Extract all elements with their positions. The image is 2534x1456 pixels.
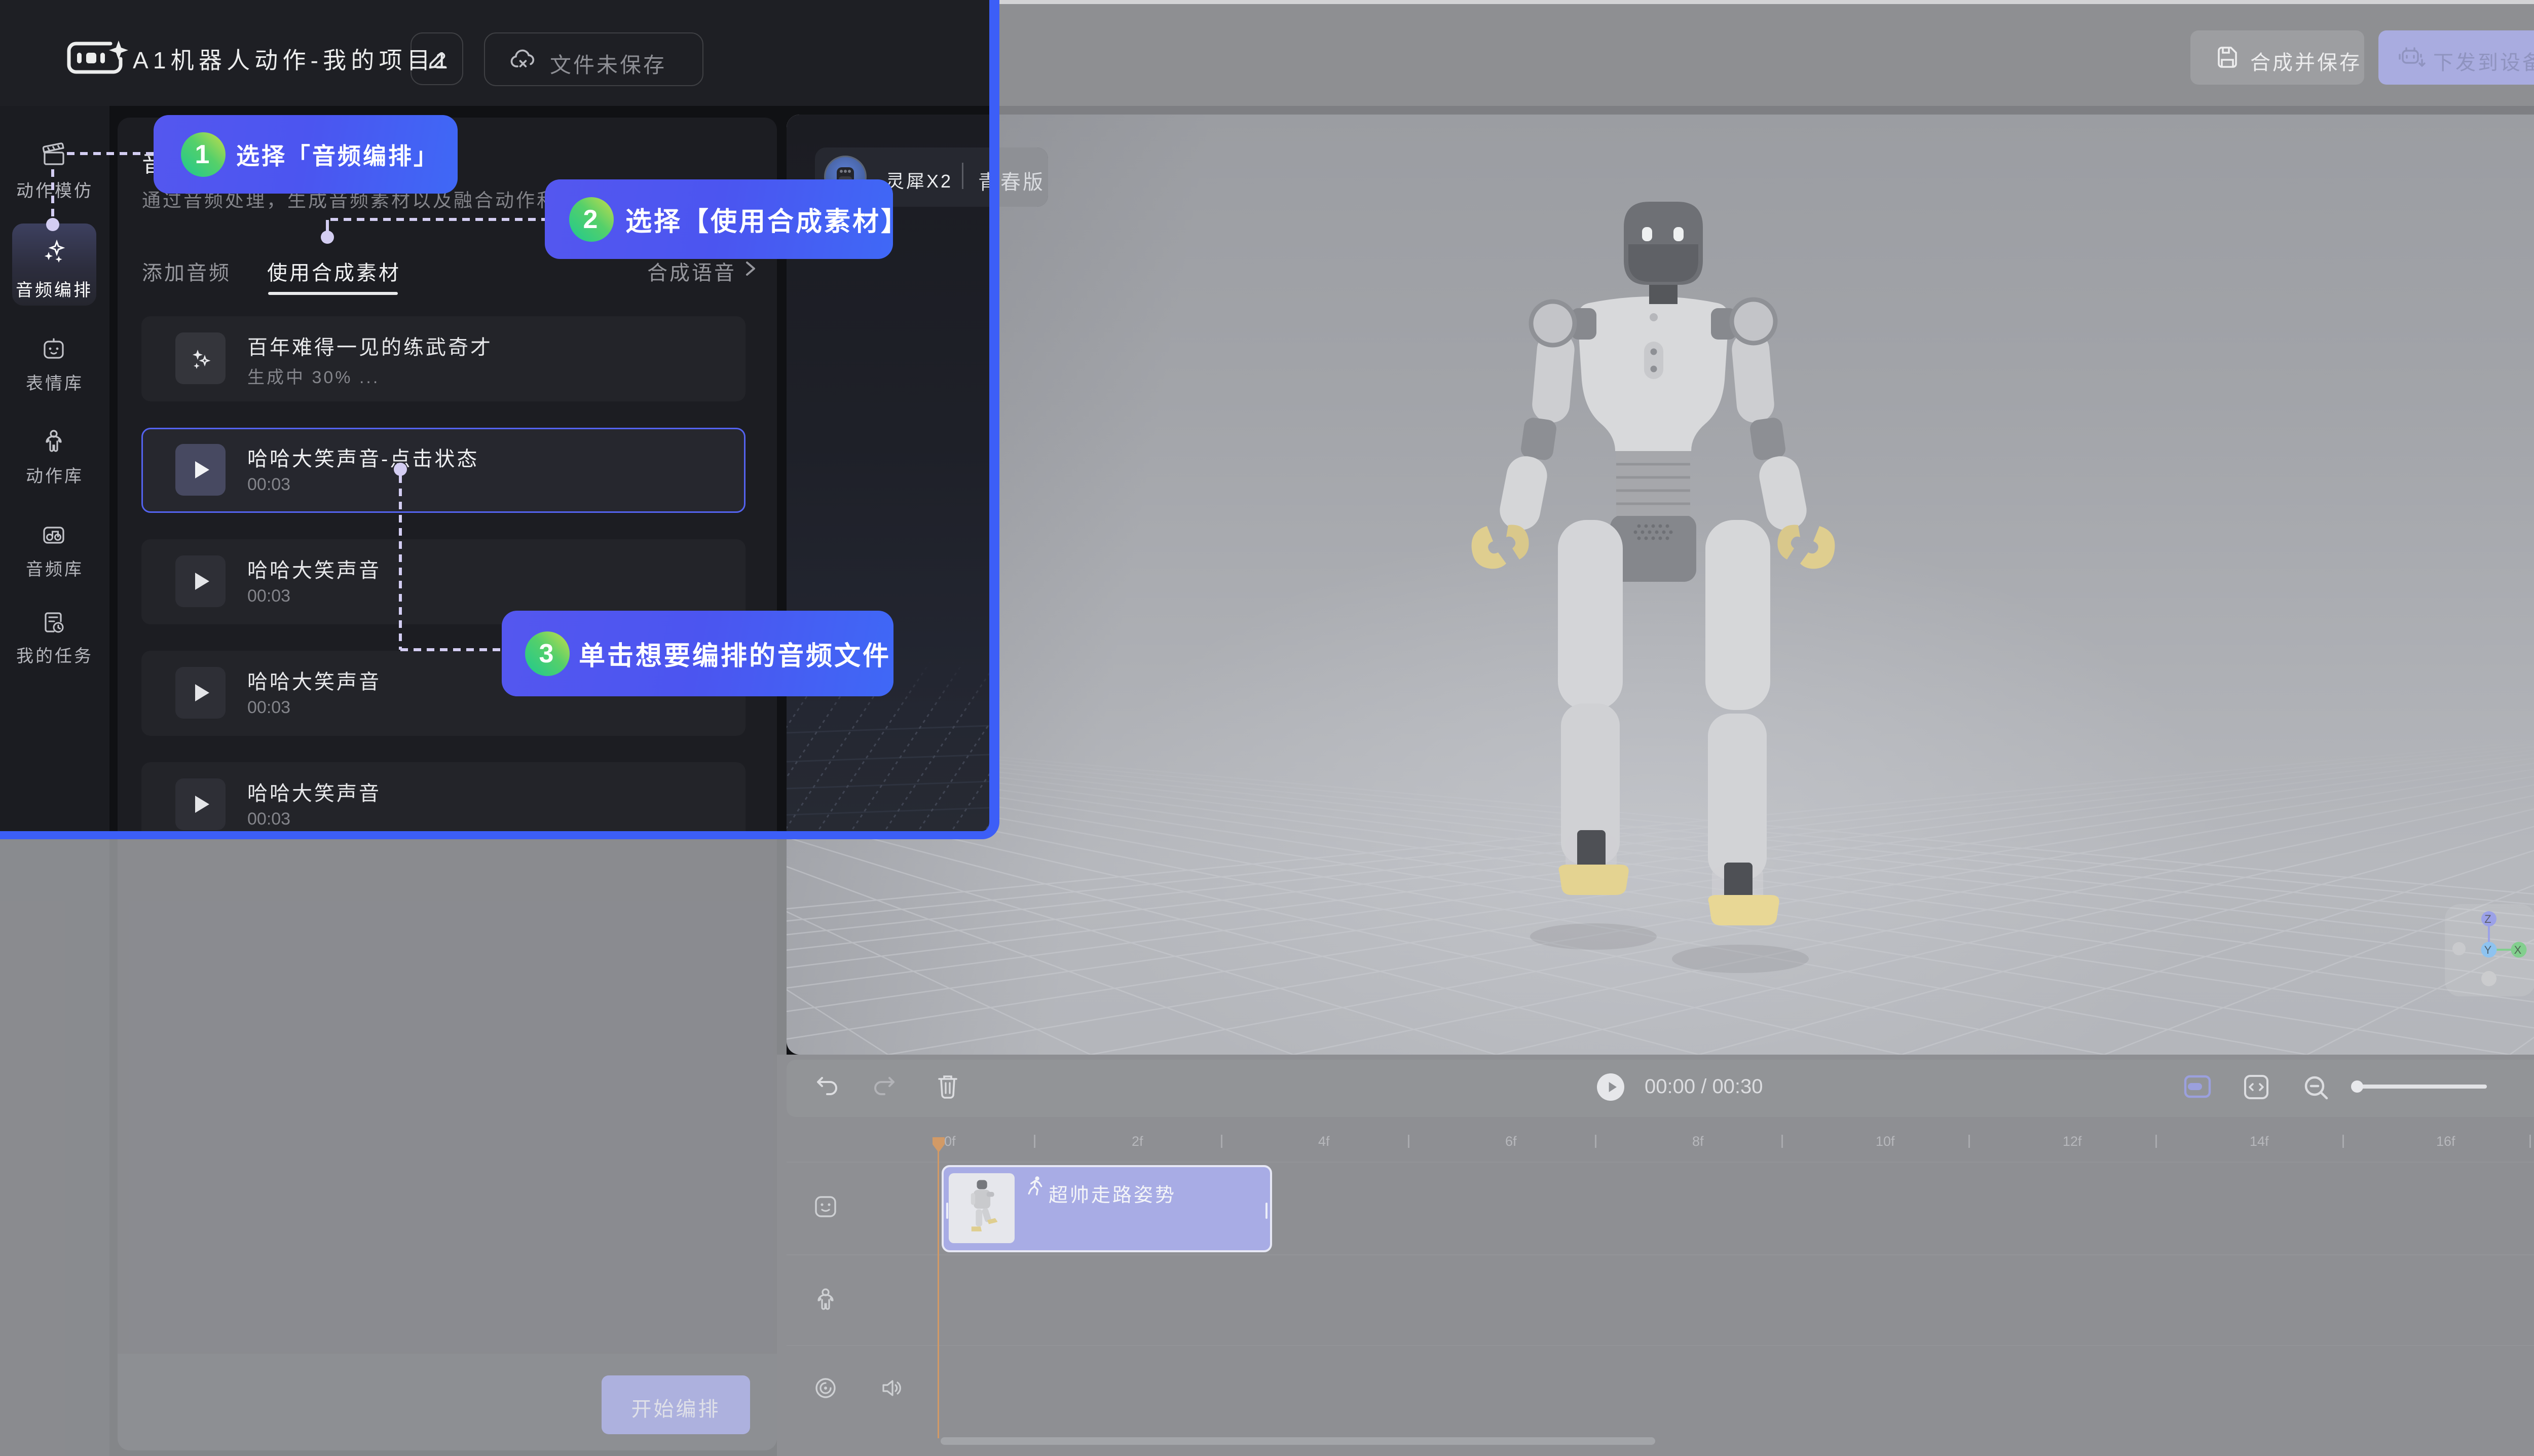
svg-text:Y: Y — [2484, 944, 2494, 956]
svg-text:Z: Z — [2484, 913, 2493, 925]
svg-text:X: X — [2514, 944, 2524, 956]
